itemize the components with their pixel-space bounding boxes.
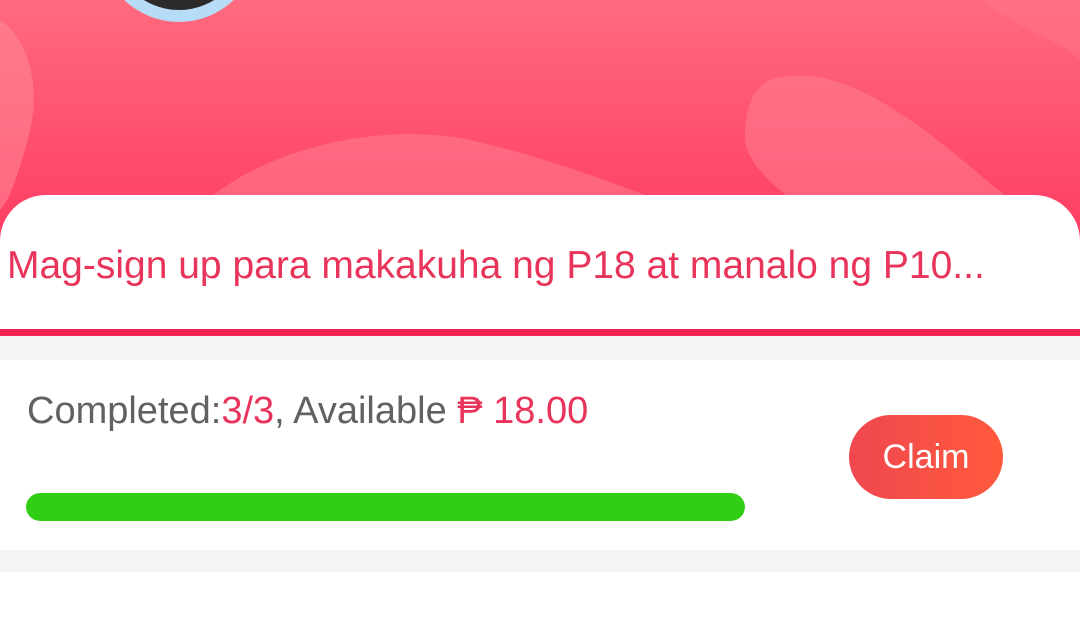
progress-bar xyxy=(26,493,745,521)
task-status: Completed:3/3, Available ₱ 18.00 xyxy=(27,388,588,434)
available-label: , Available xyxy=(274,390,458,432)
completed-label: Completed: xyxy=(27,390,222,432)
content-area xyxy=(0,572,1080,639)
promo-text: Mag-sign up para makakuha ng P18 at mana… xyxy=(7,244,985,287)
claim-button[interactable]: Claim xyxy=(849,415,1003,499)
completed-value: 3/3 xyxy=(221,390,275,432)
progress-fill xyxy=(26,493,745,521)
section-divider xyxy=(0,550,1080,572)
section-divider xyxy=(0,336,1080,360)
banner-underline xyxy=(0,329,1080,336)
available-amount: ₱ 18.00 xyxy=(457,390,589,432)
